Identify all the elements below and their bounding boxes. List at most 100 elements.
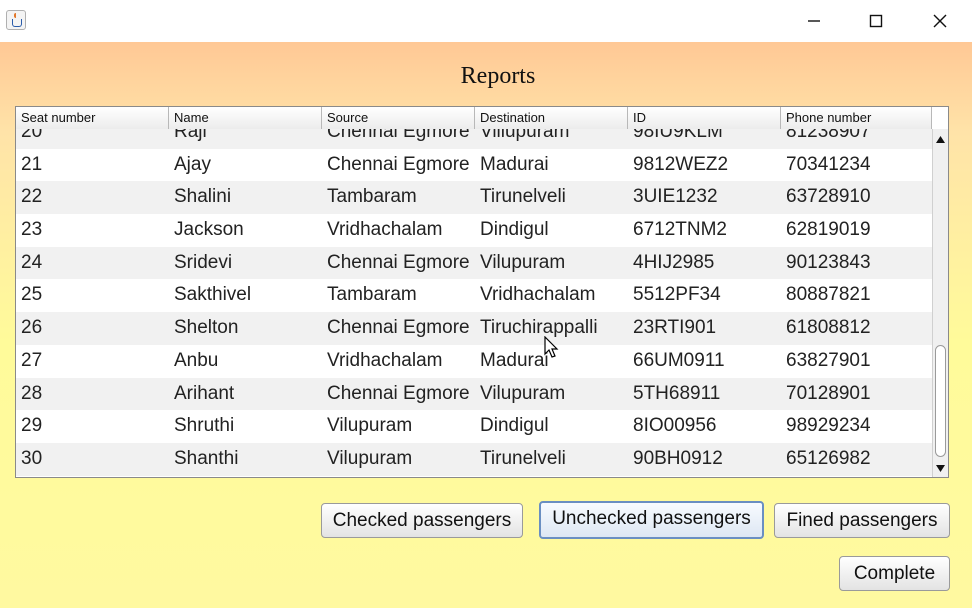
minimize-button[interactable] [784,0,844,42]
table-row[interactable]: 29 Shruthi Vilupuram Dindigul 8IO00956 989292… [16,410,932,443]
table-row[interactable]: 22 Shalini Tambaram Tirunelveli 3UIE1232 6372… [16,181,932,215]
id-cell[interactable]: 66UM0911 [628,345,781,378]
java-coffee-cup-icon [6,10,26,30]
column-header-name[interactable]: Name [169,107,322,129]
table-header: Seat number Name Source Destination ID P… [16,107,932,130]
phone-number-cell[interactable]: 90123843 [781,247,932,280]
name-cell[interactable]: Anbu [169,345,322,378]
source-cell[interactable]: Chennai Egmore [322,312,475,345]
seat-number-cell[interactable]: 30 [16,443,169,476]
destination-cell[interactable]: Villupuram [475,129,628,149]
column-header-source[interactable]: Source [322,107,475,129]
id-cell[interactable]: 23RTI901 [628,312,781,345]
column-header-seat-number[interactable]: Seat number [16,107,169,129]
name-cell[interactable]: Shalini [169,181,322,214]
seat-number-cell[interactable]: 25 [16,279,169,312]
minimize-icon [808,20,820,22]
phone-number-cell[interactable]: 62819019 [781,214,932,247]
source-cell[interactable]: Chennai Egmore [322,129,475,149]
phone-number-cell[interactable]: 98929234 [781,410,932,443]
column-header-id[interactable]: ID [628,107,781,129]
name-cell[interactable]: Jackson [169,214,322,247]
destination-cell[interactable]: Tirunelveli [475,181,628,214]
id-cell[interactable]: 98IU9KLM [628,129,781,149]
table-row[interactable]: 26 Shelton Chennai Egmore Tiruchirappalli 23… [16,312,932,345]
table-row[interactable]: 25 Sakthivel Tambaram Vridhachalam 5512PF34 8… [16,279,932,313]
table-row[interactable]: 28 Arihant Chennai Egmore Vilupuram 5TH68911… [16,377,932,411]
table-row[interactable]: 21 Ajay Chennai Egmore Madurai 9812WEZ2 70341… [16,148,932,182]
seat-number-cell[interactable]: 26 [16,312,169,345]
id-cell[interactable]: 9812WEZ2 [628,149,781,182]
name-cell[interactable]: Shanthi [169,443,322,476]
name-cell[interactable]: Shruthi [169,410,322,443]
phone-number-cell[interactable]: 63827901 [781,345,932,378]
source-cell[interactable]: Tambaram [322,279,475,312]
passenger-table[interactable]: Seat number Name Source Destination ID P… [15,106,949,478]
name-cell[interactable]: Ajay [169,149,322,182]
name-cell[interactable]: Shelton [169,312,322,345]
id-cell[interactable]: 5512PF34 [628,279,781,312]
phone-number-cell[interactable]: 70341234 [781,149,932,182]
maximize-button[interactable] [846,0,906,42]
source-cell[interactable]: Vilupuram [322,410,475,443]
source-cell[interactable]: Vridhachalam [322,214,475,247]
scroll-down-arrow-icon[interactable] [933,460,948,476]
seat-number-cell[interactable]: 20 [16,129,169,149]
close-button[interactable] [910,0,970,42]
seat-number-cell[interactable]: 21 [16,149,169,182]
table-row[interactable]: 24 Sridevi Chennai Egmore Vilupuram 4HIJ2985… [16,246,932,280]
destination-cell[interactable]: Dindigul [475,410,628,443]
table-row[interactable]: 23 Jackson Vridhachalam Dindigul 6712TNM2 628… [16,214,932,247]
phone-number-cell[interactable]: 65126982 [781,443,932,476]
name-cell[interactable]: Arihant [169,378,322,411]
seat-number-cell[interactable]: 22 [16,181,169,214]
seat-number-cell[interactable]: 27 [16,345,169,378]
name-cell[interactable]: Sakthivel [169,279,322,312]
table-row[interactable]: 27 Anbu Vridhachalam Madurai 66UM0911 6382790… [16,344,932,378]
destination-cell[interactable]: Madurai [475,149,628,182]
name-cell[interactable]: Raji [169,129,322,149]
id-cell[interactable]: 4HIJ2985 [628,247,781,280]
phone-number-cell[interactable]: 63728910 [781,181,932,214]
destination-cell[interactable]: Vilupuram [475,378,628,411]
phone-number-cell[interactable]: 81238907 [781,129,932,149]
column-header-phone-number[interactable]: Phone number [781,107,932,129]
title-bar [0,0,972,43]
table-row[interactable]: 30 Shanthi Vilupuram Tirunelveli 90BH0912 651… [16,442,932,476]
seat-number-cell[interactable]: 23 [16,214,169,247]
id-cell[interactable]: 90BH0912 [628,443,781,476]
name-cell[interactable]: Sridevi [169,247,322,280]
id-cell[interactable]: 6712TNM2 [628,214,781,247]
seat-number-cell[interactable]: 28 [16,378,169,411]
scroll-up-arrow-icon[interactable] [933,131,948,147]
phone-number-cell[interactable]: 70128901 [781,378,932,411]
fined-passengers-button[interactable]: Fined passengers [774,503,950,538]
seat-number-cell[interactable]: 29 [16,410,169,443]
column-header-destination[interactable]: Destination [475,107,628,129]
source-cell[interactable]: Vridhachalam [322,345,475,378]
destination-cell[interactable]: Vridhachalam [475,279,628,312]
source-cell[interactable]: Chennai Egmore [322,149,475,182]
source-cell[interactable]: Chennai Egmore [322,378,475,411]
source-cell[interactable]: Vilupuram [322,443,475,476]
complete-button[interactable]: Complete [839,556,950,591]
scrollbar-thumb[interactable] [935,345,946,457]
maximize-icon [869,14,883,28]
source-cell[interactable]: Chennai Egmore [322,247,475,280]
unchecked-passengers-button[interactable]: Unchecked passengers [539,501,764,539]
vertical-scrollbar[interactable] [932,129,948,477]
page-title: Reports [460,63,536,89]
checked-passengers-button[interactable]: Checked passengers [321,503,523,538]
id-cell[interactable]: 8IO00956 [628,410,781,443]
table-row[interactable]: 20 Raji Chennai Egmore Villupuram 98IU9KLM 81… [16,129,932,149]
phone-number-cell[interactable]: 61808812 [781,312,932,345]
id-cell[interactable]: 3UIE1232 [628,181,781,214]
source-cell[interactable]: Tambaram [322,181,475,214]
seat-number-cell[interactable]: 24 [16,247,169,280]
destination-cell[interactable]: Vilupuram [475,247,628,280]
table-body: 20 Raji Chennai Egmore Villupuram 98IU9KLM 81… [16,129,932,477]
destination-cell[interactable]: Tirunelveli [475,443,628,476]
destination-cell[interactable]: Dindigul [475,214,628,247]
id-cell[interactable]: 5TH68911 [628,378,781,411]
phone-number-cell[interactable]: 80887821 [781,279,932,312]
